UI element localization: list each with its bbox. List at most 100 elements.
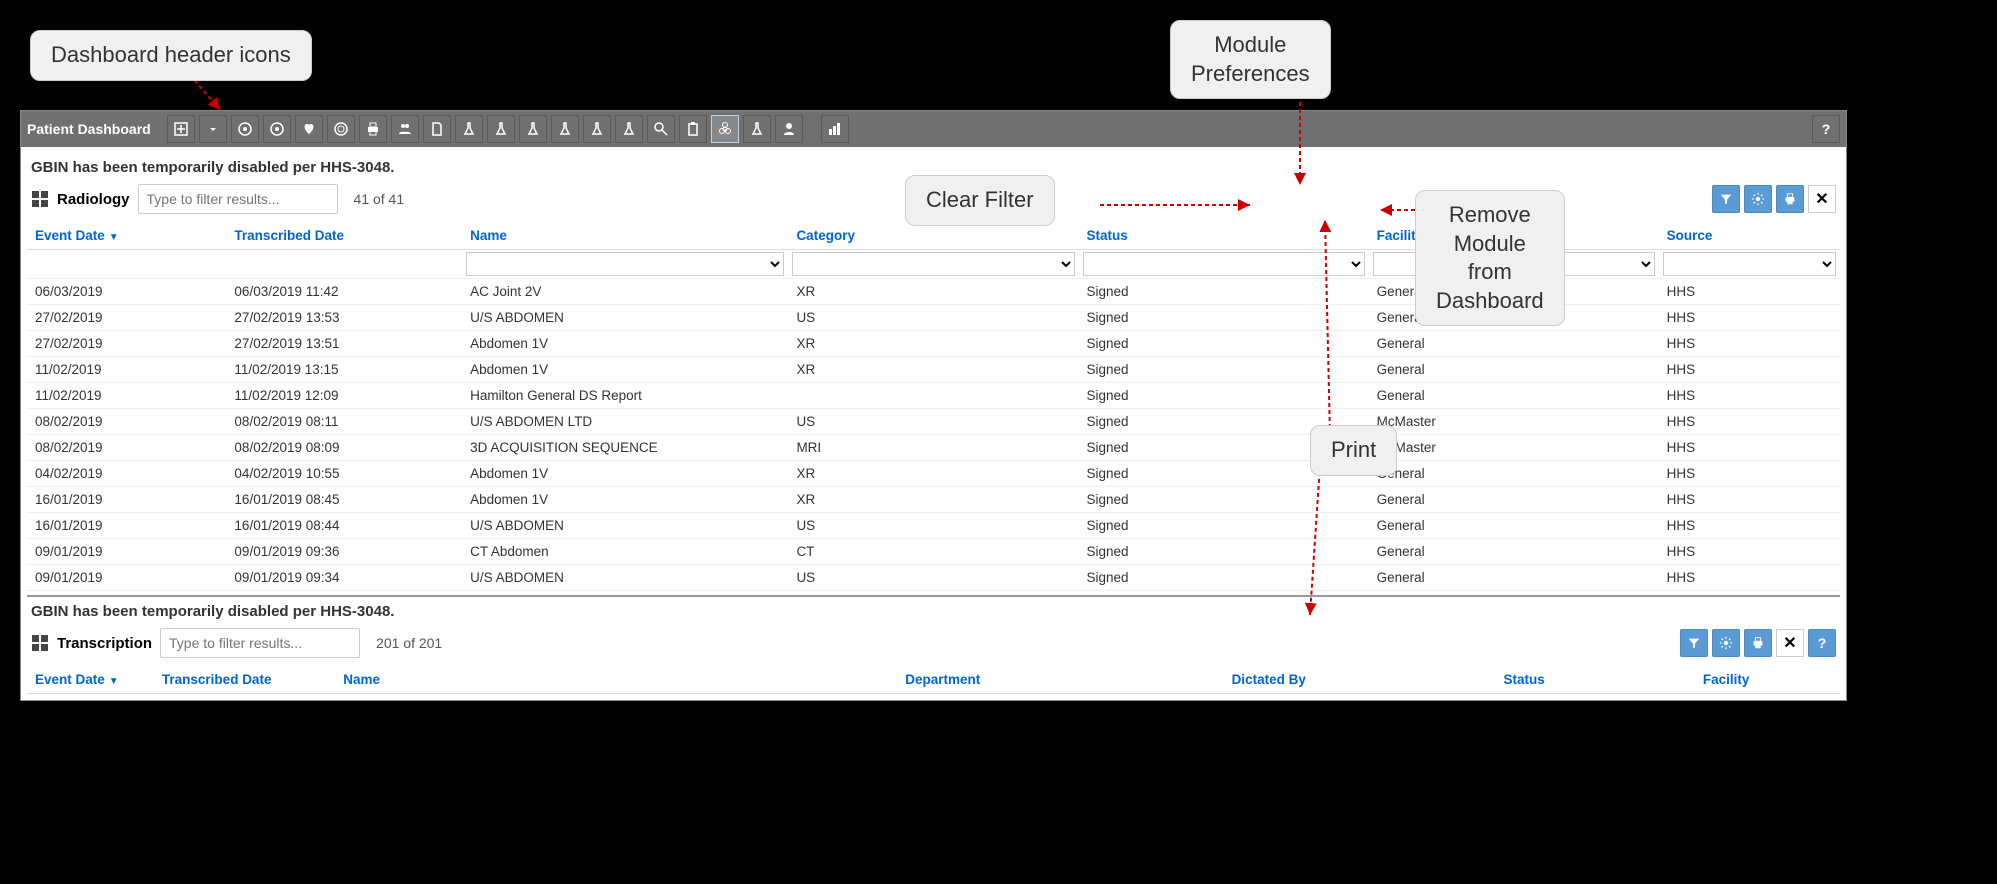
toolbar-person-icon[interactable]: [775, 115, 803, 143]
cell-source: HHS: [1659, 409, 1840, 435]
cell-event_date: 11/02/2019: [27, 383, 226, 409]
cell-source: HHS: [1659, 331, 1840, 357]
dashboard-toolbar: Patient Dashboard ?: [21, 111, 1846, 147]
table-row[interactable]: 08/02/201908/02/2019 08:093D ACQUISITION…: [27, 435, 1840, 461]
tcol-dictated-by[interactable]: Dictated By: [1224, 666, 1496, 694]
cell-name: Abdomen 1V: [462, 487, 788, 513]
toolbar-people-icon[interactable]: [391, 115, 419, 143]
cell-source: HHS: [1659, 357, 1840, 383]
toolbar-download-icon[interactable]: [199, 115, 227, 143]
transcription-header: Transcription 201 of 201 ✕ ?: [27, 626, 1840, 666]
table-row[interactable]: 27/02/201927/02/2019 13:53U/S ABDOMENUSS…: [27, 305, 1840, 331]
table-row[interactable]: 09/01/201909/01/2019 09:36CT AbdomenCTSi…: [27, 539, 1840, 565]
toolbar-spiral-icon[interactable]: [327, 115, 355, 143]
transcription-prefs-button[interactable]: [1712, 629, 1740, 657]
transcription-print-button[interactable]: [1744, 629, 1772, 657]
clear-filter-button[interactable]: [1712, 185, 1740, 213]
toolbar-lab6-icon[interactable]: [615, 115, 643, 143]
cell-name: Abdomen 1V: [462, 357, 788, 383]
table-row[interactable]: 08/02/201908/02/2019 08:11U/S ABDOMEN LT…: [27, 409, 1840, 435]
filter-source[interactable]: [1663, 252, 1836, 276]
callout-clear-filter: Clear Filter: [905, 175, 1055, 226]
table-row[interactable]: 06/03/201906/03/2019 11:42AC Joint 2VXRS…: [27, 279, 1840, 305]
radiology-filter-input[interactable]: [138, 184, 338, 214]
toolbar-clipboard-icon[interactable]: [679, 115, 707, 143]
cell-source: HHS: [1659, 305, 1840, 331]
toolbar-biohazard-icon[interactable]: [711, 115, 739, 143]
col-name[interactable]: Name: [462, 222, 788, 250]
toolbar-lab5-icon[interactable]: [583, 115, 611, 143]
cell-event_date: 16/01/2019: [27, 513, 226, 539]
toolbar-document-icon[interactable]: [423, 115, 451, 143]
transcription-clear-filter-button[interactable]: [1680, 629, 1708, 657]
table-row[interactable]: 16/01/201916/01/2019 08:44U/S ABDOMENUSS…: [27, 513, 1840, 539]
cell-transcribed: 11/02/2019 12:09: [226, 383, 462, 409]
toolbar-print-icon[interactable]: [359, 115, 387, 143]
toolbar-lab7-icon[interactable]: [743, 115, 771, 143]
col-event-date[interactable]: Event Date▼: [27, 222, 226, 250]
cell-category: XR: [788, 487, 1078, 513]
cell-facility: General: [1369, 487, 1659, 513]
toolbar-heart-icon[interactable]: [295, 115, 323, 143]
print-button[interactable]: [1776, 185, 1804, 213]
radiology-module-icon: [31, 190, 49, 208]
cell-transcribed: 09/01/2019 09:36: [226, 539, 462, 565]
cell-transcribed: 06/03/2019 11:42: [226, 279, 462, 305]
filter-category[interactable]: [792, 252, 1074, 276]
cell-category: CT: [788, 539, 1078, 565]
radiology-table: Event Date▼ Transcribed Date Name Catego…: [27, 222, 1840, 591]
transcription-module: GBIN has been temporarily disabled per H…: [27, 595, 1840, 694]
cell-source: HHS: [1659, 279, 1840, 305]
remove-module-button[interactable]: ✕: [1808, 185, 1836, 213]
cell-facility: McMaster: [1369, 435, 1659, 461]
sort-desc-icon: ▼: [109, 676, 119, 687]
toolbar-alert-icon[interactable]: [231, 115, 259, 143]
cell-source: HHS: [1659, 487, 1840, 513]
cell-status: Signed: [1079, 279, 1369, 305]
cell-category: US: [788, 305, 1078, 331]
cell-status: Signed: [1079, 513, 1369, 539]
toolbar-lab2-icon[interactable]: [487, 115, 515, 143]
cell-facility: General: [1369, 383, 1659, 409]
table-row[interactable]: 16/01/201916/01/2019 08:45Abdomen 1VXRSi…: [27, 487, 1840, 513]
transcription-remove-button[interactable]: ✕: [1776, 629, 1804, 657]
toolbar-alert2-icon[interactable]: [263, 115, 291, 143]
cell-transcribed: 16/01/2019 08:45: [226, 487, 462, 513]
cell-status: Signed: [1079, 539, 1369, 565]
transcription-filter-input[interactable]: [160, 628, 360, 658]
toolbar-lab1-icon[interactable]: [455, 115, 483, 143]
filter-status[interactable]: [1083, 252, 1365, 276]
cell-facility: McMaster: [1369, 409, 1659, 435]
tcol-name[interactable]: Name: [335, 666, 897, 694]
toolbar-lab4-icon[interactable]: [551, 115, 579, 143]
table-row[interactable]: 09/01/201909/01/2019 09:34U/S ABDOMENUSS…: [27, 565, 1840, 591]
module-prefs-button[interactable]: [1744, 185, 1772, 213]
tcol-transcribed-date[interactable]: Transcribed Date: [154, 666, 335, 694]
toolbar-chart-icon[interactable]: [821, 115, 849, 143]
tcol-department[interactable]: Department: [897, 666, 1223, 694]
cell-status: Signed: [1079, 487, 1369, 513]
table-row[interactable]: 27/02/201927/02/2019 13:51Abdomen 1VXRSi…: [27, 331, 1840, 357]
col-category[interactable]: Category: [788, 222, 1078, 250]
toolbar-help-button[interactable]: ?: [1812, 115, 1840, 143]
table-row[interactable]: 11/02/201911/02/2019 12:09Hamilton Gener…: [27, 383, 1840, 409]
toolbar-lab3-icon[interactable]: [519, 115, 547, 143]
filter-name[interactable]: [466, 252, 784, 276]
col-transcribed-date[interactable]: Transcribed Date: [226, 222, 462, 250]
col-source[interactable]: Source: [1659, 222, 1840, 250]
radiology-title: Radiology: [57, 191, 130, 208]
toolbar-search-icon[interactable]: [647, 115, 675, 143]
tcol-status[interactable]: Status: [1496, 666, 1695, 694]
table-row[interactable]: 04/02/201904/02/2019 10:55Abdomen 1VXRSi…: [27, 461, 1840, 487]
transcription-title: Transcription: [57, 635, 152, 652]
cell-category: XR: [788, 331, 1078, 357]
transcription-help-button[interactable]: ?: [1808, 629, 1836, 657]
table-row[interactable]: 11/02/201911/02/2019 13:15Abdomen 1VXRSi…: [27, 357, 1840, 383]
toolbar-hospital-icon[interactable]: [167, 115, 195, 143]
transcription-count: 201 of 201: [376, 635, 442, 651]
cell-source: HHS: [1659, 435, 1840, 461]
cell-category: US: [788, 513, 1078, 539]
tcol-facility[interactable]: Facility: [1695, 666, 1840, 694]
col-status[interactable]: Status: [1079, 222, 1369, 250]
tcol-event-date[interactable]: Event Date▼: [27, 666, 154, 694]
